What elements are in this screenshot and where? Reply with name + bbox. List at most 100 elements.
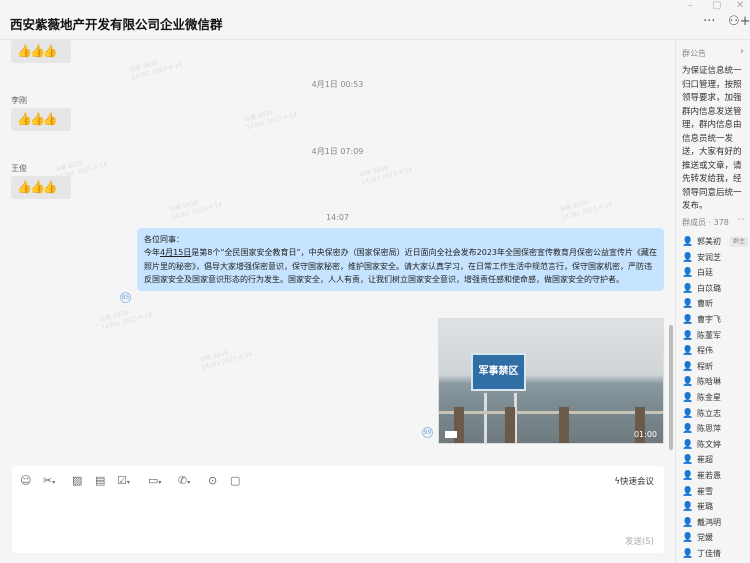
member-name: 程伟 — [697, 346, 713, 356]
watermark: 马艳 8839 14381 2023-4-14 — [243, 109, 298, 132]
restore-button[interactable]: ▢ — [712, 0, 721, 11]
member-name: 陈金星 — [697, 392, 721, 402]
read-receipt-icon[interactable]: 85 — [120, 292, 131, 303]
members-more-icon[interactable]: ··· — [737, 215, 745, 224]
fence-post — [559, 407, 569, 443]
sign-pole — [484, 393, 487, 443]
member-name: 曹昕 — [697, 299, 713, 309]
member-name: 陈文婷 — [697, 439, 721, 449]
member-list: 👤 郭美初 群主 👤 安润芝 👤 白廷 👤 白苡璐 👤 曹昕 👤 曹宇飞 👤 陈董军 👤 程伟 👤 程昕 👤 陈晗琳 👤 陈… — [682, 234, 750, 561]
member-item[interactable]: 👤 陈立志 — [682, 406, 750, 422]
member-item[interactable]: 👤 郭美初 群主 — [682, 234, 750, 250]
member-name: 陈思萍 — [697, 424, 721, 434]
add-member-icon[interactable]: ⚇+ — [728, 14, 750, 29]
message-composer[interactable]: ☺ ✂▾ ▨ ▤ ☑▾ ▭▾ ✆▾ ⊙ ▢ ϟ快速会议 发送(S) — [12, 466, 664, 553]
member-item[interactable]: 👤 党媛 — [682, 530, 750, 546]
chat-title: 西安紫薇地产开发有限公司企业微信群 — [10, 17, 223, 32]
member-item[interactable]: 👤 陈思萍 — [682, 421, 750, 437]
member-item[interactable]: 👤 白廷 — [682, 265, 750, 281]
member-item[interactable]: 👤 陈金星 — [682, 390, 750, 406]
timestamp: 4月1日 07:09 — [311, 147, 364, 156]
member-item[interactable]: 👤 程昕 — [682, 359, 750, 375]
member-item[interactable]: 👤 程伟 — [682, 343, 750, 359]
group-notice[interactable]: 为保证信息统一归口管理，按照领导要求，加强群内信息发送管理，群内信息由信息员统一… — [682, 65, 748, 214]
title-bar: 西安紫薇地产开发有限公司企业微信群 – ▢ ✕ ··· ⚇+ — [0, 0, 750, 40]
member-item[interactable]: 👤 曹宇飞 — [682, 312, 750, 328]
user-icon: 👤 — [682, 283, 694, 294]
user-icon: 👤 — [682, 299, 694, 310]
emoji-icon[interactable]: ☺ — [20, 474, 31, 487]
reaction-message[interactable]: 👍👍👍 — [11, 40, 71, 63]
close-button[interactable]: ✕ — [736, 0, 744, 11]
send-button[interactable]: 发送(S) — [625, 535, 654, 547]
member-item[interactable]: 👤 白苡璐 — [682, 281, 750, 297]
member-name: 戴鸿明 — [697, 517, 721, 527]
group-sidebar: 群公告 › 为保证信息统一归口管理，按照领导要求，加强群内信息发送管理，群内信息… — [675, 40, 750, 563]
member-item[interactable]: 👤 陈董军 — [682, 328, 750, 344]
member-name: 安润芝 — [697, 252, 721, 262]
member-item[interactable]: 👤 丁佳倩 — [682, 546, 750, 562]
image-icon[interactable]: ▨ — [72, 474, 82, 487]
timestamp: 4月1日 00:53 — [311, 80, 364, 89]
folder-icon[interactable]: ▭▾ — [148, 474, 161, 487]
scissors-icon[interactable]: ✂▾ — [43, 474, 55, 487]
member-item[interactable]: 👤 曹昕 — [682, 296, 750, 312]
user-icon: 👤 — [682, 314, 694, 325]
user-icon: 👤 — [682, 517, 694, 528]
watermark: 马艳 8839 14381 2023-4-14 — [98, 309, 153, 332]
timestamp: 14:07 — [325, 213, 350, 222]
member-name: 崔超 — [697, 455, 713, 465]
member-name: 崔若愚 — [697, 470, 721, 480]
watermark: 马艳 8839 14381 2023-4-14 — [198, 349, 253, 372]
quick-meeting-button[interactable]: ϟ快速会议 — [614, 475, 654, 487]
owner-badge: 群主 — [729, 237, 748, 247]
user-icon: 👤 — [682, 330, 694, 341]
text-message[interactable]: 各位同事： 今年4月15日是第8个“全民国家安全教育日”，中央保密办（国家保密局… — [137, 228, 664, 292]
user-icon: 👤 — [682, 424, 694, 435]
member-name: 崔璐 — [697, 502, 713, 512]
sender-name[interactable]: 李刚 — [11, 95, 27, 106]
sender-name[interactable]: 王俊 — [11, 163, 27, 174]
member-item[interactable]: 👤 戴鸿明 — [682, 515, 750, 531]
user-icon: 👤 — [682, 268, 694, 279]
screen-share-icon[interactable]: ▢ — [230, 474, 240, 487]
member-item[interactable]: 👤 陈文婷 — [682, 437, 750, 453]
members-title: 群成员 · 378 — [682, 218, 729, 227]
user-icon: 👤 — [682, 361, 694, 372]
minimize-button[interactable]: – — [688, 0, 693, 11]
todo-icon[interactable]: ☑▾ — [117, 474, 130, 487]
more-icon[interactable]: ··· — [703, 14, 715, 29]
user-icon: 👤 — [682, 408, 694, 419]
chat-scrollbar[interactable] — [669, 325, 673, 450]
member-item[interactable]: 👤 崔雪 — [682, 484, 750, 500]
member-name: 陈晗琳 — [697, 377, 721, 387]
sign: 军事禁区 — [471, 353, 526, 391]
user-icon: 👤 — [682, 377, 694, 388]
document-icon[interactable]: ▤ — [95, 474, 105, 487]
reaction-message[interactable]: 👍👍👍 — [11, 108, 71, 131]
member-name: 曹宇飞 — [697, 314, 721, 324]
video-message[interactable]: 军事禁区 01:00 — [438, 318, 664, 444]
member-item[interactable]: 👤 陈晗琳 — [682, 374, 750, 390]
notice-expand-icon[interactable]: › — [740, 46, 744, 57]
read-receipt-icon[interactable]: 99 — [422, 427, 433, 438]
phone-icon[interactable]: ✆▾ — [178, 474, 190, 487]
member-name: 崔雪 — [697, 486, 713, 496]
message-text: 今年 — [144, 248, 160, 258]
member-item[interactable]: 👤 崔若愚 — [682, 468, 750, 484]
date-link[interactable]: 4月15日 — [160, 248, 191, 257]
user-icon: 👤 — [682, 470, 694, 481]
user-icon: 👤 — [682, 455, 694, 466]
reaction-message[interactable]: 👍👍👍 — [11, 176, 71, 199]
fence-post — [505, 407, 515, 443]
user-icon: 👤 — [682, 237, 694, 247]
user-icon: 👤 — [682, 486, 694, 497]
more-icon[interactable]: ⊙ — [208, 474, 217, 487]
message-greeting: 各位同事： — [144, 235, 184, 244]
member-item[interactable]: 👤 崔璐 — [682, 499, 750, 515]
member-name: 陈董军 — [697, 330, 721, 340]
member-name: 程昕 — [697, 361, 713, 371]
user-icon: 👤 — [682, 502, 694, 513]
member-item[interactable]: 👤 崔超 — [682, 452, 750, 468]
member-item[interactable]: 👤 安润芝 — [682, 250, 750, 266]
